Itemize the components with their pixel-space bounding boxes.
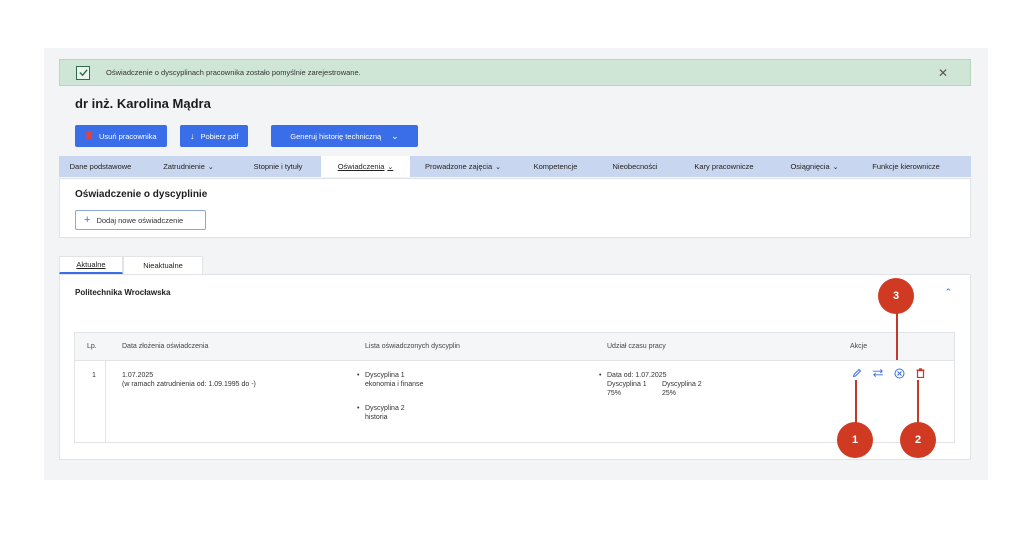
tab-label: Stopnie i tytuły [253, 162, 303, 171]
row-actions [851, 367, 926, 379]
chevron-down-icon: ⌄ [495, 163, 501, 171]
callout-line-2 [917, 380, 919, 426]
tab-label: Nieobecności [612, 162, 658, 171]
tab-label: Osiągnięcia [790, 162, 830, 171]
header-lp: Lp. [87, 343, 97, 350]
edit-icon[interactable] [851, 367, 863, 379]
trash-icon[interactable] [914, 367, 926, 379]
header-list: Lista oświadczonych dyscyplin [365, 343, 460, 350]
row-share-p2: 25% [662, 390, 677, 397]
institution-name: Politechnika Wrocławska [75, 288, 171, 297]
chevron-down-icon: ⌄ [207, 163, 214, 171]
success-alert: Oświadczenie o dyscyplinach pracownika z… [59, 59, 971, 86]
delete-employee-label: Usuń pracownika [99, 131, 157, 141]
tab-osiągnięcia[interactable]: Osiągnięcia ⌄ [773, 156, 856, 177]
callout-2: 2 [900, 422, 936, 458]
tab-label: Dane podstawowe [69, 162, 132, 171]
row-share-d2: Dyscyplina 2 [662, 381, 702, 388]
row-date: 1.07.2025 [122, 372, 154, 379]
add-declaration-button[interactable]: + Dodaj nowe oświadczenie [75, 210, 206, 230]
table-header: Lp. Data złożenia oświadczenia Lista ośw… [75, 333, 954, 361]
row-share-d1: Dyscyplina 1 [607, 381, 647, 388]
row-employment: (w ramach zatrudnienia od: 1.09.1995 do … [122, 381, 256, 388]
bullet-icon: • [599, 372, 602, 379]
alert-message: Oświadczenie o dyscyplinach pracownika z… [106, 68, 361, 77]
section-title: Oświadczenie o dyscyplinie [75, 189, 208, 200]
main-tabs: Dane podstawowe Zatrudnienie ⌄ Stopnie i ty… [59, 156, 971, 177]
header-share: Udział czasu pracy [607, 343, 666, 350]
tab-label: Oświadczenia [337, 162, 385, 171]
column-divider [105, 361, 106, 442]
page-title: dr inż. Karolina Mądra [75, 96, 211, 111]
tab-label: Kompetencje [533, 162, 578, 171]
generate-history-label: Generuj historię techniczną [290, 131, 382, 141]
tab-kary-pracownicze[interactable]: Kary pracownicze [675, 156, 773, 177]
tab-label: Funkcje kierownicze [872, 162, 940, 171]
declarations-table: Lp. Data złożenia oświadczenia Lista ośw… [74, 332, 955, 443]
check-icon [76, 65, 90, 80]
tab-nieobecności[interactable]: Nieobecności [595, 156, 675, 177]
chevron-down-icon: ⌄ [391, 130, 399, 141]
header-actions: Akcje [850, 343, 868, 350]
tab-outdated[interactable]: Nieaktualne [123, 256, 203, 274]
disciplines-section: Oświadczenie o dyscyplinie + Dodaj nowe … [59, 178, 971, 238]
add-declaration-label: Dodaj nowe oświadczenie [96, 215, 184, 225]
trash-icon [85, 130, 93, 142]
tab-label: Prowadzone zajęcia [425, 162, 493, 171]
row-lp: 1 [92, 372, 96, 379]
row-disc1-name: Dyscyplina 1 [365, 372, 405, 379]
row-disc2-field: historia [365, 414, 388, 421]
header-date: Data złożenia oświadczenia [122, 343, 209, 350]
tab-label: Kary pracownicze [694, 162, 754, 171]
cancel-icon[interactable] [893, 367, 905, 379]
tab-label: Zatrudnienie [163, 162, 205, 171]
row-disc1-field: ekonomia i finanse [365, 381, 424, 388]
chevron-down-icon: ⌄ [832, 163, 839, 171]
callout-line-3 [896, 306, 898, 360]
callout-3: 3 [878, 278, 914, 314]
tab-zatrudnienie[interactable]: Zatrudnienie ⌄ [142, 156, 235, 177]
generate-history-button[interactable]: Generuj historię techniczną ⌄ [271, 125, 418, 147]
subtabs: Aktualne Nieaktualne [59, 256, 203, 274]
close-icon[interactable]: ✕ [938, 67, 948, 79]
chevron-up-icon[interactable]: ⌃ [944, 287, 952, 298]
download-pdf-button[interactable]: ↓ Pobierz pdf [180, 125, 249, 147]
tab-prowadzone-zajęcia[interactable]: Prowadzone zajęcia ⌄ [410, 156, 516, 177]
tab-dane-podstawowe[interactable]: Dane podstawowe [59, 156, 142, 177]
tab-oświadczenia[interactable]: Oświadczenia ⌄ [321, 156, 410, 177]
callout-line-1 [855, 380, 857, 426]
chevron-down-icon: ⌄ [387, 163, 394, 171]
delete-employee-button[interactable]: Usuń pracownika [75, 125, 167, 147]
download-pdf-label: Pobierz pdf [200, 131, 239, 141]
row-share-p1: 75% [607, 390, 622, 397]
row-disc2-name: Dyscyplina 2 [365, 405, 405, 412]
download-icon: ↓ [190, 130, 195, 141]
tab-stopnie-i-tytuły[interactable]: Stopnie i tytuły [235, 156, 321, 177]
tab-current[interactable]: Aktualne [59, 256, 123, 274]
tab-kompetencje[interactable]: Kompetencje [516, 156, 595, 177]
swap-icon[interactable] [872, 367, 884, 379]
callout-1: 1 [837, 422, 873, 458]
row-share-date: Data od: 1.07.2025 [607, 372, 667, 379]
bullet-icon: • [357, 405, 360, 412]
tab-funkcje-kierownicze[interactable]: Funkcje kierownicze [856, 156, 956, 177]
plus-icon: + [84, 213, 91, 226]
bullet-icon: • [357, 372, 360, 379]
